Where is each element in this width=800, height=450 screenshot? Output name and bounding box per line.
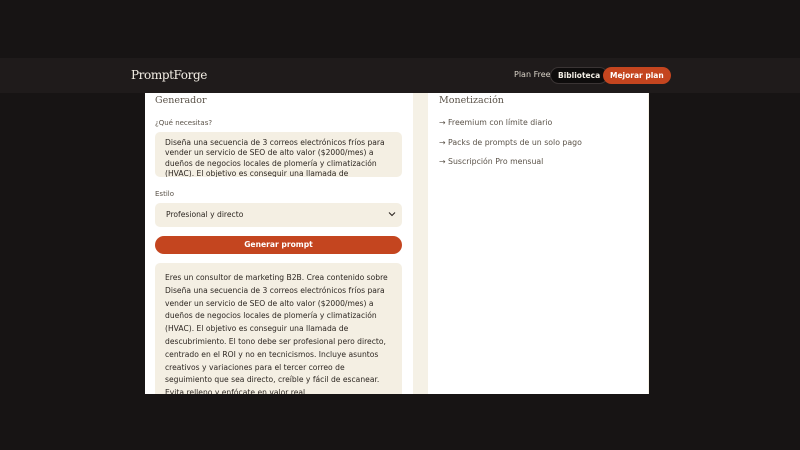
brand-logo[interactable]: PromptForge: [131, 68, 207, 82]
library-button[interactable]: Biblioteca: [550, 67, 609, 84]
monetization-item-pro: → Suscripción Pro mensual: [439, 157, 544, 166]
style-label: Estilo: [155, 190, 174, 198]
need-textarea[interactable]: Diseña una secuencia de 3 correos electr…: [155, 132, 402, 177]
generate-button[interactable]: Generar prompt: [155, 236, 402, 254]
upgrade-button[interactable]: Mejorar plan: [603, 67, 671, 84]
plan-label: Plan Free: [514, 70, 551, 79]
navbar: PromptForge Plan Free Biblioteca Mejorar…: [0, 58, 800, 93]
chevron-down-icon: [388, 212, 396, 217]
need-label: ¿Qué necesitas?: [155, 119, 213, 127]
style-select-value: Profesional y directo: [166, 210, 244, 219]
bottom-letterbox: [0, 394, 800, 450]
monetization-title: Monetización: [439, 95, 504, 106]
monetization-item-freemium: → Freemium con límite diario: [439, 118, 553, 127]
monetization-item-packs: → Packs de prompts de un solo pago: [439, 138, 582, 147]
style-select[interactable]: Profesional y directo: [155, 203, 402, 227]
generator-title: Generador: [155, 95, 207, 106]
top-letterbox: [0, 0, 800, 58]
output-textarea[interactable]: Eres un consultor de marketing B2B. Crea…: [155, 263, 402, 394]
